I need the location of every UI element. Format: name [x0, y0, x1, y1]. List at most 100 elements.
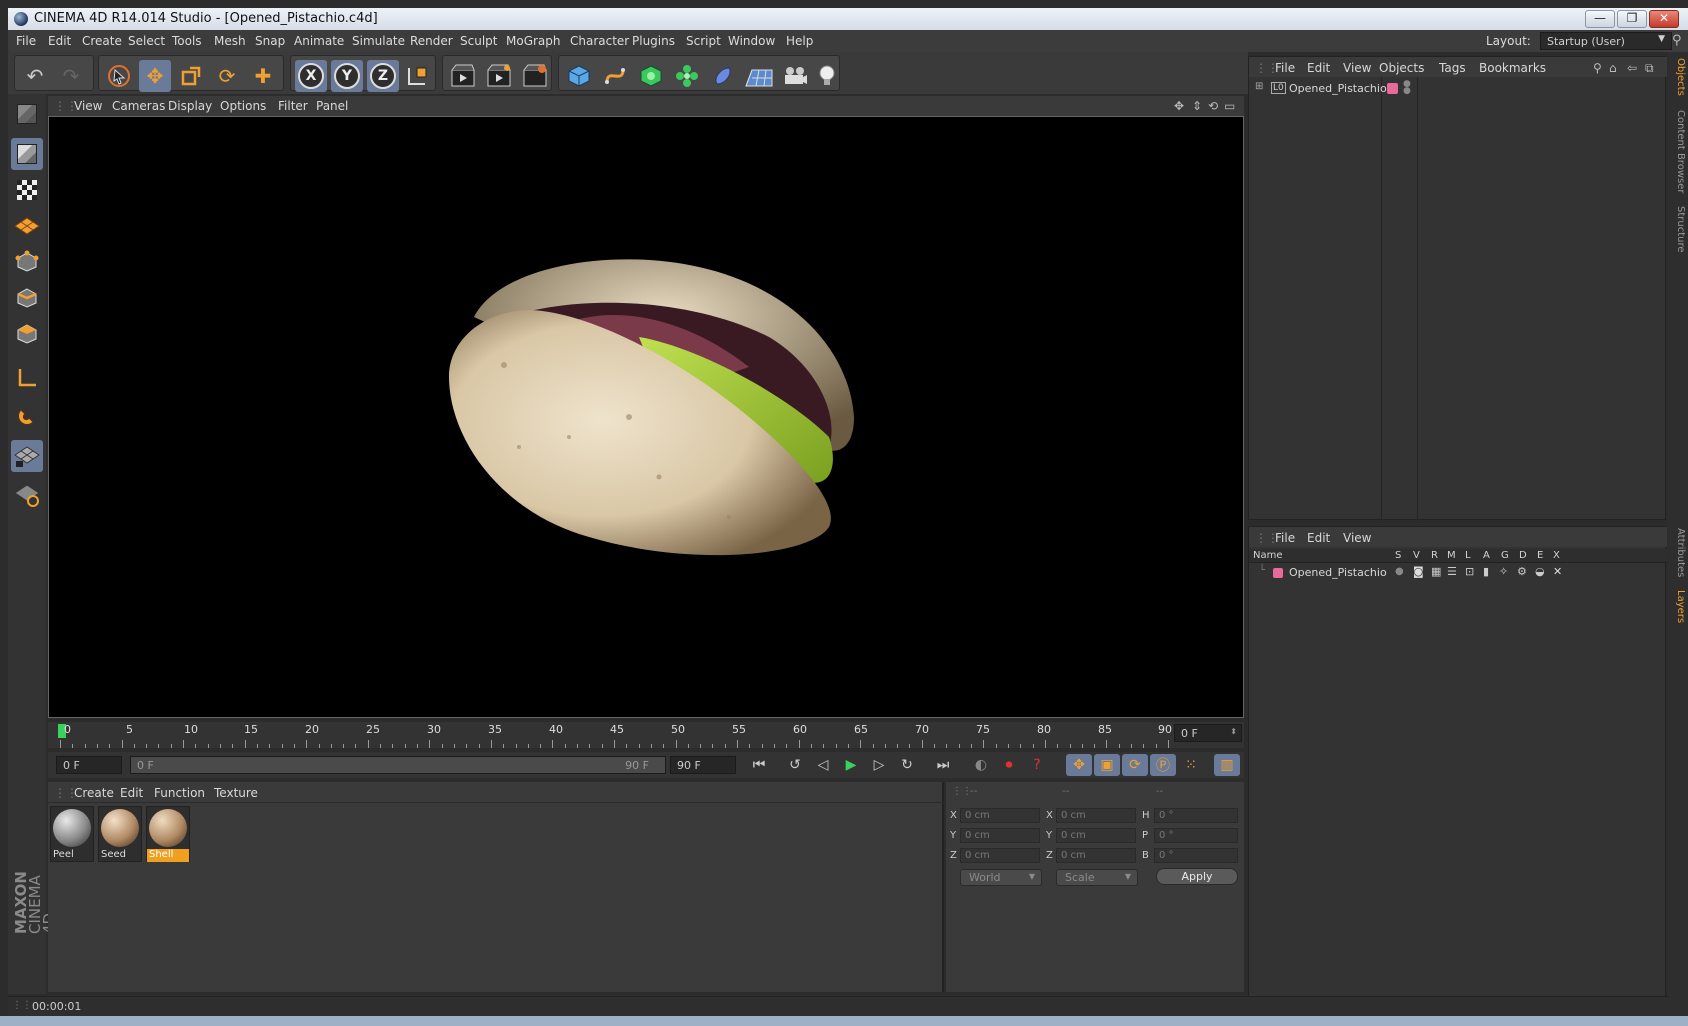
workplane-lock-icon[interactable] [11, 440, 43, 472]
record-rotation-icon[interactable]: ⟳ [1122, 754, 1148, 776]
maximize-button[interactable]: ❐ [1617, 10, 1647, 28]
objects-menu-tags[interactable]: Tags [1439, 61, 1466, 75]
mograph-cloner-icon[interactable] [671, 60, 703, 92]
previous-key-icon[interactable]: ↺ [782, 754, 808, 776]
home-icon[interactable]: ⌂ [1609, 61, 1617, 75]
tab-objects[interactable]: Objects [1670, 58, 1686, 96]
render-toggle-icon[interactable]: ▦ [1431, 565, 1441, 578]
coordinate-space-dropdown[interactable]: World ▼ [960, 869, 1042, 886]
pan-view-icon[interactable]: ✥ [1174, 99, 1184, 113]
deformer-toggle-icon[interactable]: ⚙ [1517, 565, 1527, 578]
tab-structure[interactable]: Structure [1670, 206, 1686, 253]
menu-mesh[interactable]: Mesh [214, 34, 246, 48]
render-to-picture-viewer-icon[interactable] [483, 60, 515, 92]
menu-character[interactable]: Character [570, 34, 629, 48]
coordinate-system-icon[interactable] [401, 60, 433, 92]
close-button[interactable]: ✕ [1649, 10, 1679, 28]
viewport-menu-cameras[interactable]: Cameras [112, 99, 165, 113]
expand-icon[interactable]: ⊞ [1255, 81, 1263, 92]
menu-script[interactable]: Script [686, 34, 721, 48]
spline-icon[interactable] [599, 60, 631, 92]
polygons-mode-icon[interactable] [11, 318, 43, 350]
material-menu-function[interactable]: Function [154, 786, 205, 800]
menu-animate[interactable]: Animate [294, 34, 344, 48]
cube-primitive-icon[interactable] [563, 60, 595, 92]
layer-name[interactable]: Opened_Pistachio [1289, 566, 1387, 579]
redo-icon[interactable]: ↷ [55, 60, 87, 92]
material-menu-edit[interactable]: Edit [120, 786, 143, 800]
magnet-snap-icon[interactable] [11, 400, 43, 432]
next-frame-icon[interactable]: ▷ [866, 754, 892, 776]
size-z-field[interactable]: 0 cm [1056, 848, 1136, 863]
play-icon[interactable]: ▶ [838, 754, 864, 776]
zoom-view-icon[interactable]: ⇕ [1192, 99, 1202, 113]
generator-toggle-icon[interactable]: ✧ [1499, 565, 1508, 578]
layer-row-opened-pistachio[interactable]: └ Opened_Pistachio ● ◙ ▦ ☰ ⊡ ▮ ✧ ⚙ ◒ ✕ [1249, 565, 1667, 581]
3d-viewport[interactable] [48, 116, 1244, 718]
material-swatch-seed[interactable]: Seed [98, 806, 142, 862]
workplane-mode-icon[interactable] [11, 210, 43, 242]
menu-snap[interactable]: Snap [255, 34, 285, 48]
menu-plugins[interactable]: Plugins [632, 34, 675, 48]
menu-window[interactable]: Window [728, 34, 775, 48]
column-name[interactable]: Name [1253, 550, 1283, 561]
column-view[interactable]: V [1413, 550, 1420, 561]
z-axis-lock-button[interactable]: Z [367, 60, 399, 92]
xref-toggle-icon[interactable]: ✕ [1553, 565, 1562, 578]
column-render[interactable]: R [1431, 550, 1438, 561]
model-mode-icon[interactable] [11, 138, 43, 170]
next-key-icon[interactable]: ↻ [894, 754, 920, 776]
column-animation[interactable]: A [1483, 550, 1490, 561]
column-locked[interactable]: L [1465, 550, 1471, 561]
record-point-level-icon[interactable]: ⁙ [1178, 754, 1204, 776]
column-generators[interactable]: G [1501, 550, 1509, 561]
new-window-icon[interactable]: ⧉ [1645, 61, 1654, 76]
material-menu-create[interactable]: Create [74, 786, 114, 800]
position-z-field[interactable]: 0 cm [960, 848, 1040, 863]
apply-button[interactable]: Apply [1156, 868, 1238, 885]
layer-color-tag[interactable] [1387, 83, 1398, 94]
visibility-dots-icon[interactable]: ● ● [1403, 80, 1411, 96]
animation-toggle-icon[interactable]: ▮ [1483, 565, 1489, 578]
menu-simulate[interactable]: Simulate [352, 34, 405, 48]
layers-menu-view[interactable]: View [1343, 531, 1371, 545]
camera-icon[interactable] [779, 60, 811, 92]
edges-mode-icon[interactable] [11, 282, 43, 314]
layer-color-swatch[interactable] [1273, 568, 1283, 578]
object-row-opened-pistachio[interactable]: ⊞ L0 Opened_Pistachio ● ● [1253, 80, 1663, 97]
light-icon[interactable] [811, 60, 843, 92]
search-icon[interactable]: ⚲ [1672, 33, 1682, 48]
add-icon[interactable]: ✚ [247, 60, 279, 92]
end-frame-field[interactable]: 90 F [670, 756, 736, 774]
object-name[interactable]: Opened_Pistachio [1289, 82, 1387, 95]
objects-menu-bookmarks[interactable]: Bookmarks [1479, 61, 1546, 75]
record-parameter-icon[interactable]: Ⓟ [1150, 754, 1176, 776]
current-frame-field[interactable]: 0 F ⬍ [1174, 724, 1242, 742]
y-axis-lock-button[interactable]: Y [331, 60, 363, 92]
material-swatch-shell[interactable]: Shell [146, 806, 190, 862]
menu-sculpt[interactable]: Sculpt [460, 34, 497, 48]
soft-selection-icon[interactable] [11, 478, 43, 510]
points-mode-icon[interactable] [11, 246, 43, 278]
go-to-end-icon[interactable]: ⏭ [930, 754, 956, 776]
column-manager[interactable]: M [1447, 550, 1456, 561]
render-view-icon[interactable] [447, 60, 479, 92]
viewport-menu-options[interactable]: Options [220, 99, 266, 113]
viewport-menu-filter[interactable]: Filter [278, 99, 308, 113]
rotation-b-field[interactable]: 0 ° [1154, 848, 1238, 863]
objects-menu-objects[interactable]: Objects [1379, 61, 1424, 75]
deformer-icon[interactable] [707, 60, 739, 92]
view-toggle-icon[interactable]: ◙ [1413, 565, 1424, 578]
keyframe-selection-icon[interactable]: ? [1024, 754, 1050, 776]
menu-file[interactable]: File [16, 34, 36, 48]
tab-content-browser[interactable]: Content Browser [1670, 110, 1686, 193]
tab-layers[interactable]: Layers [1670, 590, 1686, 623]
undo-icon[interactable]: ↶ [19, 60, 51, 92]
autokeying-icon[interactable]: ⏺ [996, 754, 1022, 776]
solo-toggle-icon[interactable]: ● [1395, 566, 1404, 577]
position-x-field[interactable]: 0 cm [960, 808, 1040, 823]
tab-attributes[interactable]: Attributes [1670, 528, 1686, 577]
column-xref[interactable]: X [1553, 550, 1560, 561]
move-tool-icon[interactable]: ✥ [139, 60, 171, 92]
menu-mograph[interactable]: MoGraph [506, 34, 561, 48]
